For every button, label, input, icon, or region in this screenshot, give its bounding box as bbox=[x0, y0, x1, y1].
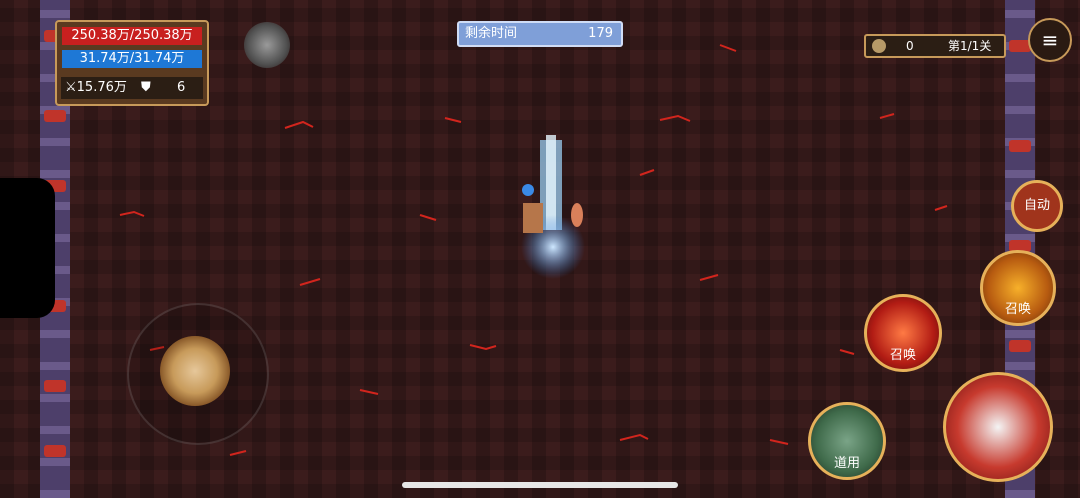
auto-button[interactable]: 自动 bbox=[1011, 180, 1063, 232]
defense-value: 6 bbox=[177, 80, 186, 95]
resource-bar: 0 第1/1关 bbox=[864, 34, 1006, 58]
shield-icon: ⛊ bbox=[141, 80, 151, 95]
mp-bar: 31.74万/31.74万 bbox=[62, 50, 202, 68]
timer-label: 剩余时间 bbox=[465, 26, 518, 41]
summon-label: 召唤 bbox=[1004, 302, 1031, 317]
summon-skill-button-2[interactable]: 召唤 bbox=[864, 294, 942, 372]
coin-icon bbox=[872, 39, 886, 53]
home-indicator bbox=[402, 482, 678, 488]
sword-icon: ⚔ bbox=[65, 80, 77, 95]
menu-button[interactable]: ≡ bbox=[1028, 18, 1072, 62]
ultimate-skill-button[interactable] bbox=[943, 372, 1053, 482]
stage-indicator: 第1/1关 bbox=[948, 39, 992, 53]
timer-value: 179 bbox=[588, 26, 613, 41]
player-status-panel: 250.38万/250.38万 31.74万/31.74万 ⚔15.76万 ⛊ … bbox=[55, 20, 209, 106]
use-item-button[interactable]: 道用 bbox=[808, 402, 886, 480]
remaining-time-bar: 剩余时间 179 bbox=[457, 21, 623, 47]
screen-notch bbox=[0, 178, 55, 318]
player-character bbox=[521, 135, 585, 279]
hp-bar: 250.38万/250.38万 bbox=[62, 27, 202, 45]
summon-label-2: 召唤 bbox=[889, 348, 916, 363]
attack-value: 15.76万 bbox=[76, 80, 127, 95]
summon-skill-button[interactable]: 召唤 bbox=[980, 250, 1056, 326]
combat-stats: ⚔15.76万 ⛊ 6 bbox=[61, 77, 203, 99]
coin-count: 0 bbox=[906, 39, 914, 53]
faded-button[interactable] bbox=[244, 22, 290, 68]
joystick-knob[interactable] bbox=[160, 336, 230, 406]
menu-icon: ≡ bbox=[1041, 28, 1059, 52]
use-label: 道用 bbox=[833, 456, 860, 471]
